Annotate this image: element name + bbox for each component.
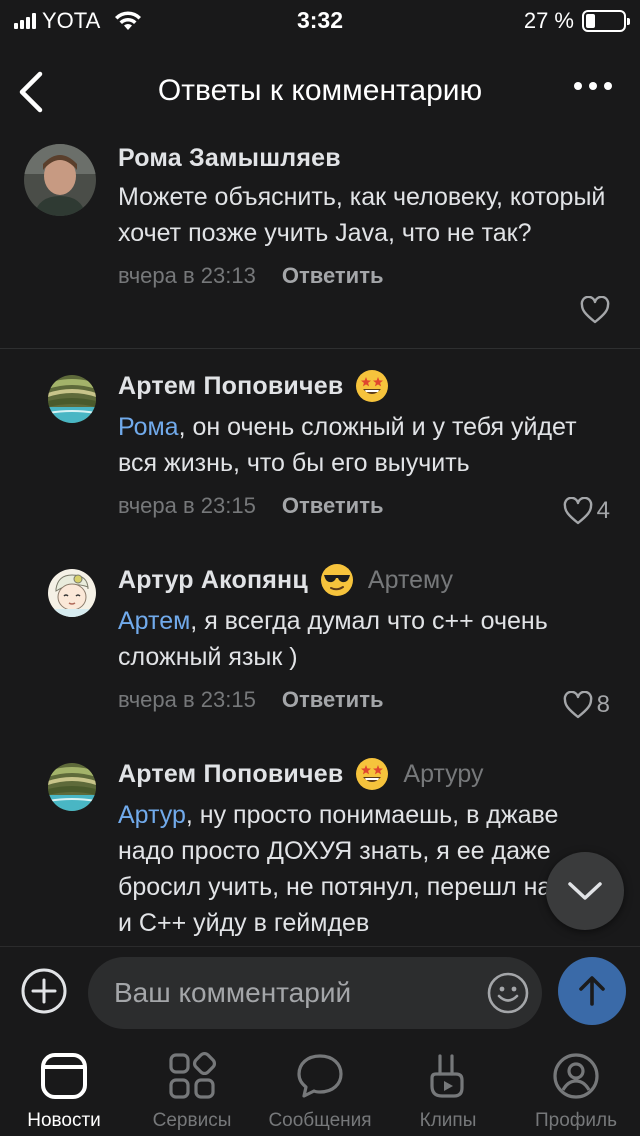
comment-input-placeholder: Ваш комментарий xyxy=(114,977,352,1008)
avatar[interactable] xyxy=(48,569,96,617)
more-options-icon[interactable] xyxy=(574,82,612,90)
author-name[interactable]: Рома Замышляев xyxy=(118,144,341,173)
star-struck-emoji-icon xyxy=(356,758,389,790)
heart-icon xyxy=(580,296,610,324)
comment-date: вчера в 23:15 xyxy=(118,687,256,712)
mention-link[interactable]: Артем xyxy=(118,607,190,635)
heart-icon xyxy=(563,497,592,525)
reply-button[interactable]: Ответить xyxy=(282,687,384,713)
star-struck-emoji-icon xyxy=(356,370,389,402)
like-button[interactable] xyxy=(580,296,610,324)
tab-clips[interactable]: Клипы xyxy=(384,1036,512,1136)
mention-link[interactable]: Рома xyxy=(118,413,179,441)
comment-composer: Ваш комментарий xyxy=(0,946,640,1036)
tab-messages[interactable]: Сообщения xyxy=(256,1036,384,1136)
reply-button[interactable]: Ответить xyxy=(282,493,384,519)
like-button[interactable]: 4 xyxy=(563,497,610,525)
tab-label: Сервисы xyxy=(152,1110,232,1131)
scroll-down-button[interactable] xyxy=(546,852,624,930)
tab-profile[interactable]: Профиль xyxy=(512,1036,640,1136)
avatar[interactable] xyxy=(24,144,96,216)
battery-icon xyxy=(582,10,630,32)
tab-label: Сообщения xyxy=(268,1110,372,1131)
tab-label: Профиль xyxy=(534,1110,618,1131)
comment-text: Можете объяснить, как человеку, который … xyxy=(118,183,606,247)
root-comment: Рома Замышляев Можете объяснить, как чел… xyxy=(0,136,640,348)
reply-to-user[interactable]: Артуру xyxy=(403,760,483,789)
reply-comment: Артем Поповичев Артуру Артур, ну просто … xyxy=(0,737,640,946)
chevron-down-icon xyxy=(568,882,602,900)
nav-header: Ответы к комментарию xyxy=(0,56,640,128)
like-count: 4 xyxy=(596,497,610,524)
tab-news[interactable]: Новости xyxy=(0,1036,128,1136)
comment-text: , ну просто понимаешь, в джаве надо прос… xyxy=(118,801,591,937)
status-bar: YOTA 3:32 27 % xyxy=(0,0,640,40)
author-name[interactable]: Артур Акопянц xyxy=(118,566,308,595)
page-title: Ответы к комментарию xyxy=(157,74,483,107)
like-count: 8 xyxy=(596,691,610,718)
sunglasses-emoji-icon xyxy=(320,564,353,596)
reply-comment: Артем Поповичев Рома, он очень сложный и… xyxy=(0,349,640,543)
tab-label: Новости xyxy=(27,1110,101,1131)
battery-percent: 27 % xyxy=(523,8,574,33)
avatar[interactable] xyxy=(48,375,96,423)
services-icon xyxy=(169,1051,217,1099)
tab-services[interactable]: Сервисы xyxy=(128,1036,256,1136)
emoji-picker-icon[interactable] xyxy=(486,971,530,1015)
author-name[interactable]: Артем Поповичев xyxy=(118,372,343,401)
send-button[interactable] xyxy=(558,957,626,1025)
add-attachment-icon[interactable] xyxy=(20,967,68,1015)
heart-icon xyxy=(563,691,592,719)
profile-icon xyxy=(553,1053,599,1099)
messages-icon xyxy=(297,1054,343,1098)
mention-link[interactable]: Артур xyxy=(118,801,186,829)
tab-bar: Новости Сервисы Сообщения Клипы Профиль xyxy=(0,1036,640,1136)
comment-date: вчера в 23:13 xyxy=(118,263,256,288)
like-button[interactable]: 8 xyxy=(563,691,610,719)
arrow-up-icon xyxy=(579,976,605,1006)
comment-thread[interactable]: Рома Замышляев Можете объяснить, как чел… xyxy=(0,136,640,946)
comment-text: , он очень сложный и у тебя уйдет вся жи… xyxy=(118,413,577,477)
clips-icon xyxy=(430,1054,464,1098)
comment-date: вчера в 23:15 xyxy=(118,493,256,518)
tab-label: Клипы xyxy=(419,1110,477,1131)
comment-input[interactable]: Ваш комментарий xyxy=(88,957,542,1029)
battery-group: 27 % xyxy=(523,8,630,34)
reply-button[interactable]: Ответить xyxy=(282,263,384,289)
reply-to-user[interactable]: Артему xyxy=(368,566,453,595)
reply-comment: Артур Акопянц Артему Артем, я всегда дум… xyxy=(0,543,640,737)
author-name[interactable]: Артем Поповичев xyxy=(118,760,343,789)
news-icon xyxy=(41,1053,87,1099)
avatar[interactable] xyxy=(48,763,96,811)
